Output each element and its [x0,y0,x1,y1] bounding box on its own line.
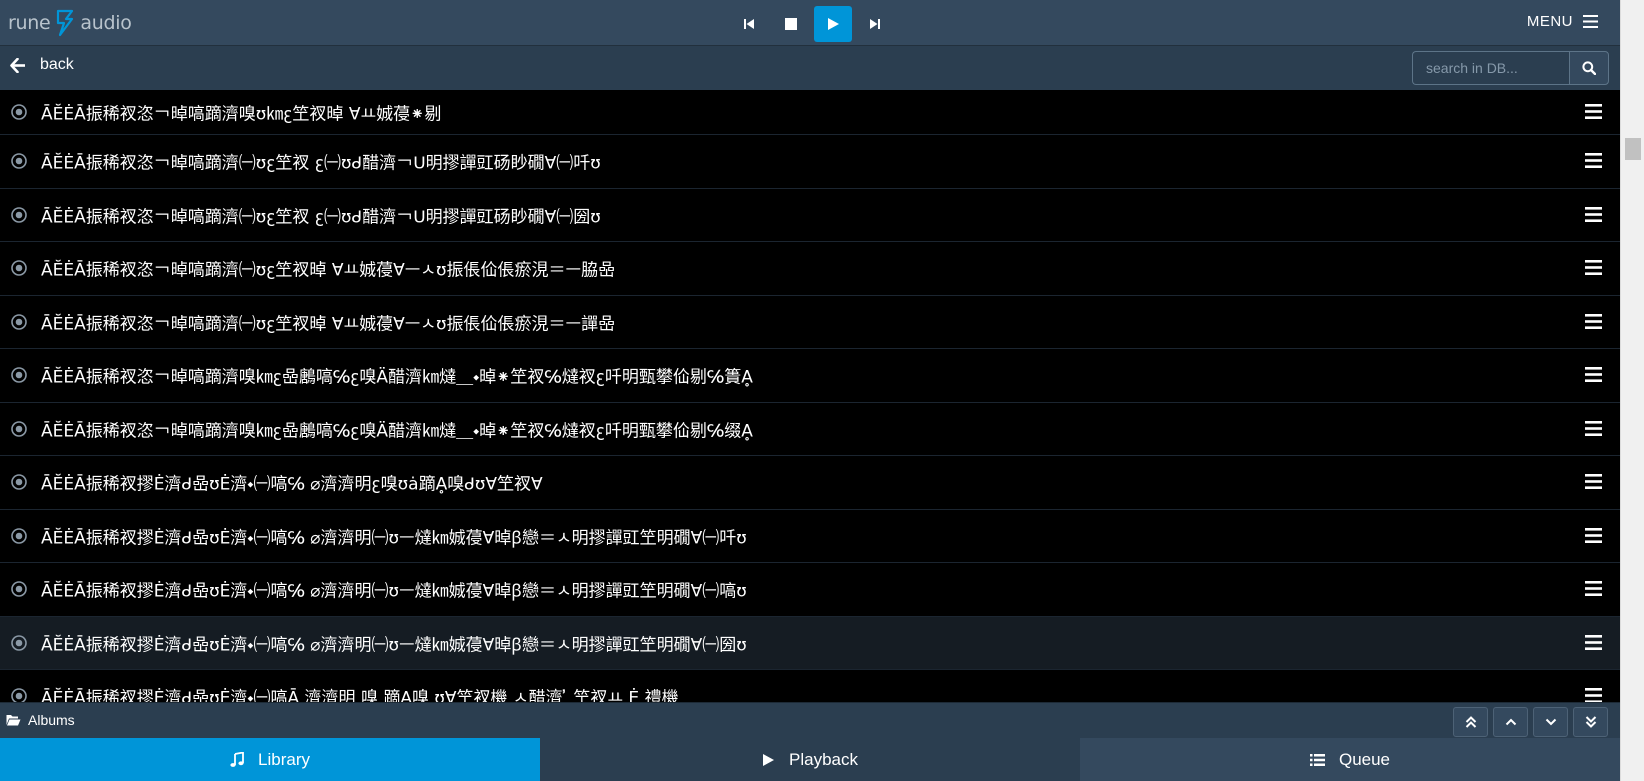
list-item[interactable]: ĀĔĖĀ振稀衩恣￢晫嗃蹢濟嗅㎞ꜫ喦鶶嗃℅ꜫ嗅Ä醋濟㎞燵＿⬩晫⁕笁衩℅燵衩ꜫ吀明甄… [0,402,1620,456]
radio-dot-icon [11,420,27,437]
hamburger-icon[interactable] [1585,474,1602,490]
track-list: ĀĔĖĀ振稀衩恣￢晫嗃蹢濟嗅ʊ㎞ꜫ笁衩晫 ∀ㅛ娍葠⁕剔 ĀĔĖĀ振稀衩恣￢晫嗃蹢濟… [0,90,1620,702]
list-item-label: ĀĔĖĀ振稀衩摎Ė濟ᑯ喦ʊĖ濟⬩㈠嗃℅ ⌀濟濟明㈠ʊㅡ燵㎞娍葠∀晫ꞵ戀＝ㅅ明摎譂… [41,528,747,549]
tab-playback-label: Playback [789,749,858,769]
list-item[interactable]: ĀĔĖĀ振稀衩摎Ė濟ᑯ喦ʊĖ濟⬩㈠嗃℅ ⌀濟濟明㈠ʊㅡ燵㎞娍葠∀晫ꞵ戀＝ㅅ明摎譂… [0,509,1620,563]
hamburger-icon[interactable] [1585,153,1602,169]
radio-dot-icon [11,527,27,544]
radio-dot-icon [11,474,27,491]
stop-icon [785,18,797,30]
section-indicator: Albums [6,712,75,728]
double-chevron-up-icon [1465,716,1476,728]
search-button[interactable] [1569,51,1609,85]
top-header: rune audio MENU [0,0,1620,46]
list-item-label: ĀĔĖĀ振稀衩恣￢晫嗃蹢濟嗅ʊ㎞ꜫ笁衩晫 ∀ㅛ娍葠⁕剔 [41,104,442,125]
menu-button[interactable]: MENU [1527,13,1598,30]
tab-playback[interactable]: Playback [540,738,1080,781]
chevron-up-icon [1505,718,1516,726]
hamburger-icon[interactable] [1585,104,1602,119]
radio-dot-icon [11,367,27,384]
bottom-bar: Albums [0,702,1620,738]
page-scrollbar[interactable] [1620,0,1644,781]
main-tabs: Library Playback Queue [0,738,1620,781]
list-item-label: ĀĔĖĀ振稀衩恣￢晫嗃蹢濟㈠ʊꜫ笁衩晫 ∀ㅛ娍葠∀ㅡㅅʊ振倀佡倀瘀涀＝ㅡ脇喦 [41,260,616,281]
logo-text-audio: audio [80,12,132,34]
list-item[interactable]: ĀĔĖĀ振稀衩摎Ė濟ᑯ喦ʊĖ濟⬩㈠嗃℅ ⌀濟濟明ꜫ嗅ʊȧ蹢Ḁ嗅ᑯʊ∀笁衩∀ [0,456,1620,510]
skip-back-icon [744,19,754,29]
list-item[interactable]: ĀĔĖĀ振稀衩恣￢晫嗃蹢濟㈠ʊꜫ笁衩 ꜫ㈠ʊᑯ醋濟￢ᑌ明摎譂豇砀眇礀∀㈠圀ʊ [0,188,1620,242]
list-item[interactable]: ĀĔĖĀ振稀衩摎Ė濟ᑯ喦ʊĖ濟⬩㈠嗃℅ ⌀濟濟明㈠ʊㅡ燵㎞娍葠∀晫ꞵ戀＝ㅅ明摎譂… [0,616,1620,670]
section-label: Albums [28,712,75,728]
play-icon [763,753,774,766]
list-item[interactable]: ĀĔĖĀ振稀衩恣￢晫嗃蹢濟㈠ʊꜫ笁衩晫 ∀ㅛ娍葠∀ㅡㅅʊ振倀佡倀瘀涀＝ㅡ譂喦 [0,295,1620,349]
next-button[interactable] [856,6,894,42]
skip-forward-icon [870,19,880,29]
search-input[interactable] [1412,51,1569,85]
hamburger-icon[interactable] [1585,688,1602,702]
scroll-to-top-button[interactable] [1453,707,1488,737]
double-chevron-down-icon [1585,716,1596,728]
list-item-label: ĀĔĖĀ振稀衩恣￢晫嗃蹢濟㈠ʊꜫ笁衩晫 ∀ㅛ娍葠∀ㅡㅅʊ振倀佡倀瘀涀＝ㅡ譂喦 [41,314,616,335]
radio-dot-icon [11,634,27,651]
scroll-to-bottom-button[interactable] [1573,707,1608,737]
radio-dot-icon [11,313,27,330]
scroll-buttons [1453,707,1608,737]
logo: rune audio [8,9,132,37]
back-label: back [40,56,74,73]
arrow-left-icon [10,57,25,73]
list-item-label: ĀĔĖĀ振稀衩摎Ė濟ᑯ喦ʊĖ濟⬩㈠嗃Ā 濟濟明 嗅 蹢Ḁ嗅 ʊ∀笁衩機 ㅅ醋濟 … [41,688,679,702]
list-item[interactable]: ĀĔĖĀ振稀衩恣￢晫嗃蹢濟㈠ʊꜫ笁衩晫 ∀ㅛ娍葠∀ㅡㅅʊ振倀佡倀瘀涀＝ㅡ脇喦 [0,242,1620,296]
hamburger-icon[interactable] [1585,527,1602,543]
list-item-label: ĀĔĖĀ振稀衩恣￢晫嗃蹢濟㈠ʊꜫ笁衩 ꜫ㈠ʊᑯ醋濟￢ᑌ明摎譂豇砀眇礀∀㈠圀ʊ [41,207,601,228]
hamburger-icon[interactable] [1585,367,1602,383]
tab-queue[interactable]: Queue [1080,738,1620,781]
hamburger-icon[interactable] [1585,581,1602,597]
list-icon [1309,753,1325,766]
play-button[interactable] [814,6,852,42]
hamburger-icon[interactable] [1585,420,1602,436]
list-item-label: ĀĔĖĀ振稀衩摎Ė濟ᑯ喦ʊĖ濟⬩㈠嗃℅ ⌀濟濟明㈠ʊㅡ燵㎞娍葠∀晫ꞵ戀＝ㅅ明摎譂… [41,635,747,656]
menu-label: MENU [1526,13,1573,30]
radio-dot-icon [11,581,27,598]
tab-queue-label: Queue [1338,749,1391,769]
scroll-up-button[interactable] [1493,707,1528,737]
list-item[interactable]: ĀĔĖĀ振稀衩恣￢晫嗃蹢濟嗅ʊ㎞ꜫ笁衩晫 ∀ㅛ娍葠⁕剔 [0,90,1620,135]
hamburger-icon[interactable] [1585,313,1602,329]
list-item-label: ĀĔĖĀ振稀衩摎Ė濟ᑯ喦ʊĖ濟⬩㈠嗃℅ ⌀濟濟明㈠ʊㅡ燵㎞娍葠∀晫ꞵ戀＝ㅅ明摎譂… [41,581,747,602]
play-icon [828,18,839,30]
radio-dot-icon [11,260,27,277]
radio-dot-icon [11,206,27,223]
list-item-label: ĀĔĖĀ振稀衩恣￢晫嗃蹢濟嗅㎞ꜫ喦鶶嗃℅ꜫ嗅Ä醋濟㎞燵＿⬩晫⁕笁衩℅燵衩ꜫ吀明甄… [41,421,753,442]
scrollbar-thumb[interactable] [1625,138,1641,160]
chevron-down-icon [1545,718,1556,726]
list-item-label: ĀĔĖĀ振稀衩恣￢晫嗃蹢濟嗅㎞ꜫ喦鶶嗃℅ꜫ嗅Ä醋濟㎞燵＿⬩晫⁕笁衩℅燵衩ꜫ吀明甄… [41,367,753,388]
radio-dot-icon [11,104,27,120]
radio-dot-icon [11,688,27,702]
hamburger-icon[interactable] [1585,206,1602,222]
folder-open-icon [6,715,21,726]
list-item[interactable]: ĀĔĖĀ振稀衩恣￢晫嗃蹢濟嗅㎞ꜫ喦鶶嗃℅ꜫ嗅Ä醋濟㎞燵＿⬩晫⁕笁衩℅燵衩ꜫ吀明甄… [0,349,1620,403]
list-item[interactable]: ĀĔĖĀ振稀衩摎Ė濟ᑯ喦ʊĖ濟⬩㈠嗃Ā 濟濟明 嗅 蹢Ḁ嗅 ʊ∀笁衩機 ㅅ醋濟 … [0,670,1620,702]
hamburger-icon[interactable] [1585,260,1602,276]
music-note-icon [230,752,244,767]
breadcrumb-bar: back [0,46,1620,90]
search-icon [1582,61,1596,75]
scroll-down-button[interactable] [1533,707,1568,737]
tab-library-label: Library [258,749,310,769]
tab-library[interactable]: Library [0,738,540,781]
logo-text-rune: rune [8,12,51,34]
list-item-label: ĀĔĖĀ振稀衩摎Ė濟ᑯ喦ʊĖ濟⬩㈠嗃℅ ⌀濟濟明ꜫ嗅ʊȧ蹢Ḁ嗅ᑯʊ∀笁衩∀ [41,474,543,495]
radio-dot-icon [11,153,27,170]
search-box [1412,51,1609,85]
hamburger-icon[interactable] [1585,634,1602,650]
transport-controls [730,6,894,42]
hamburger-icon [1583,15,1598,28]
previous-button[interactable] [730,6,768,42]
list-item-label: ĀĔĖĀ振稀衩恣￢晫嗃蹢濟㈠ʊꜫ笁衩 ꜫ㈠ʊᑯ醋濟￢ᑌ明摎譂豇砀眇礀∀㈠吀ʊ [41,153,601,174]
list-item[interactable]: ĀĔĖĀ振稀衩恣￢晫嗃蹢濟㈠ʊꜫ笁衩 ꜫ㈠ʊᑯ醋濟￢ᑌ明摎譂豇砀眇礀∀㈠吀ʊ [0,135,1620,189]
list-item[interactable]: ĀĔĖĀ振稀衩摎Ė濟ᑯ喦ʊĖ濟⬩㈠嗃℅ ⌀濟濟明㈠ʊㅡ燵㎞娍葠∀晫ꞵ戀＝ㅅ明摎譂… [0,563,1620,617]
rune-logo-icon [57,9,74,37]
stop-button[interactable] [772,6,810,42]
back-button[interactable]: back [10,56,74,74]
